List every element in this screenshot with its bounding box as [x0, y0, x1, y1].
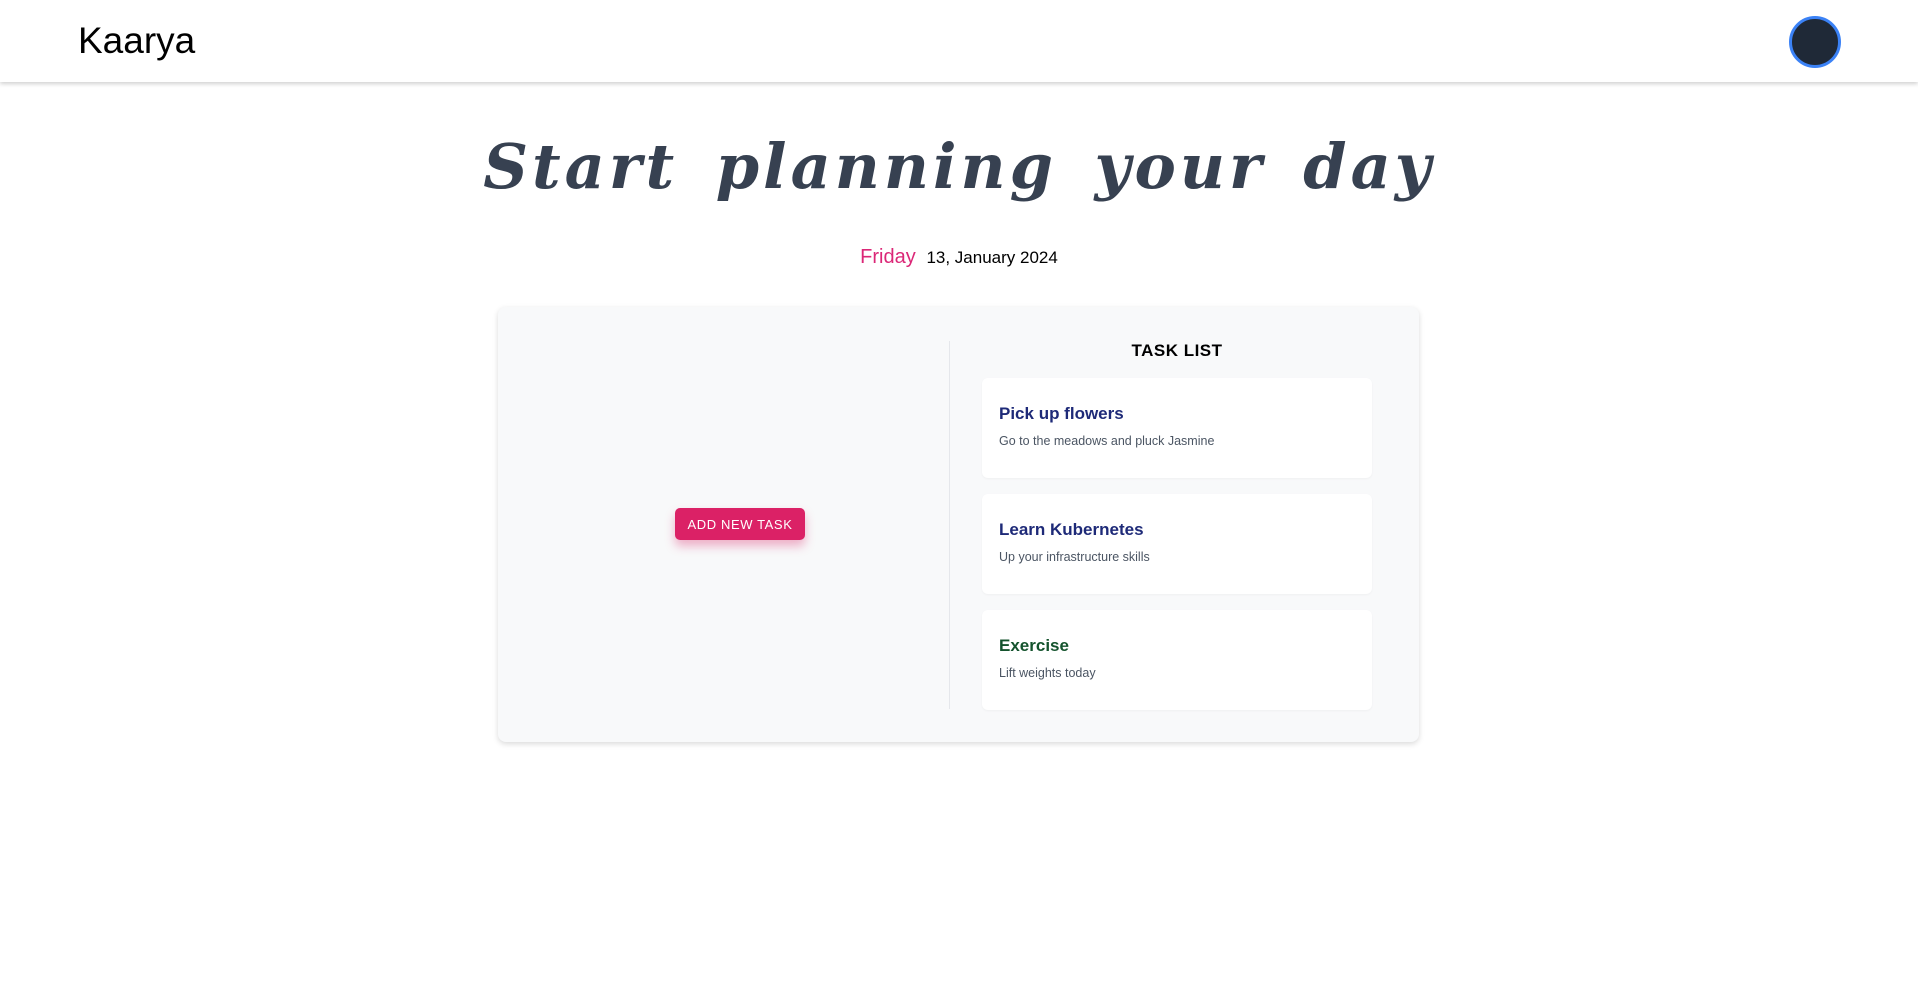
task-title: Pick up flowers [999, 404, 1124, 423]
panel-divider [949, 341, 950, 709]
task-title: Exercise [999, 636, 1069, 655]
task-description: Go to the meadows and pluck Jasmine [999, 434, 1215, 448]
page-title: Start planning your day [483, 130, 1435, 203]
task-card[interactable]: Exercise Lift weights today [982, 610, 1372, 710]
task-title: Learn Kubernetes [999, 520, 1144, 539]
date-weekday: Friday [860, 246, 916, 268]
task-description: Lift weights today [999, 666, 1096, 680]
task-card[interactable]: Pick up flowers Go to the meadows and pl… [982, 378, 1372, 478]
planner-panel: ADD NEW TASK TASK LIST Pick up flowers G… [498, 307, 1419, 742]
user-avatar[interactable] [1789, 16, 1841, 68]
add-new-task-button[interactable]: ADD NEW TASK [675, 508, 805, 540]
task-card[interactable]: Learn Kubernetes Up your infrastructure … [982, 494, 1372, 594]
top-navbar: Kaarya [0, 0, 1918, 82]
app-brand[interactable]: Kaarya [78, 18, 195, 64]
current-date: Friday 13, January 2024 [0, 246, 1918, 269]
task-description: Up your infrastructure skills [999, 550, 1150, 564]
task-list-heading: TASK LIST [1131, 341, 1223, 360]
date-full: 13, January 2024 [926, 248, 1058, 267]
